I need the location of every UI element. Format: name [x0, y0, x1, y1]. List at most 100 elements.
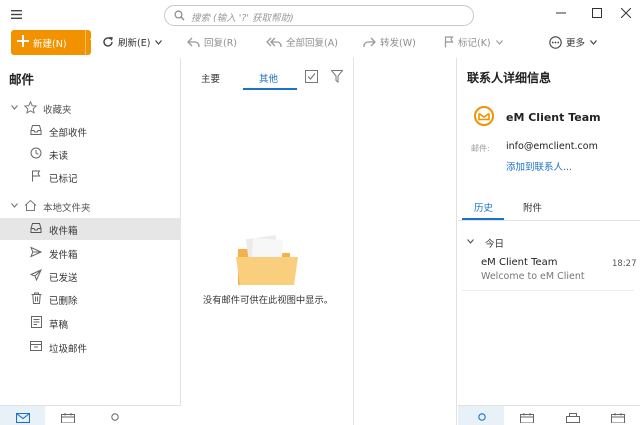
folder-all-inbox[interactable]: 全部收件	[0, 120, 181, 142]
add-to-contacts-link[interactable]: 添加到联系人...	[506, 159, 572, 173]
empty-state-message: 没有邮件可供在此视图中显示。	[202, 295, 334, 306]
reply-label: 回复(R)	[204, 38, 238, 49]
folder-label: 已发送	[49, 273, 78, 284]
contact-avatar-icon	[473, 105, 495, 127]
person-icon	[476, 413, 488, 423]
folder-label: 已标记	[49, 174, 78, 185]
reply-all-icon	[266, 37, 282, 48]
checkbox-icon	[305, 70, 318, 83]
local-folders-group[interactable]: 本地文件夹	[0, 195, 181, 217]
chevron-down-icon[interactable]	[90, 38, 98, 44]
flag-label: 标记(K)	[458, 38, 491, 49]
nav-more-button[interactable]	[596, 406, 640, 425]
minimize-button[interactable]	[551, 4, 571, 22]
folder-flagged[interactable]: 已标记	[0, 166, 181, 188]
folder-junk[interactable]: 垃圾邮件	[0, 336, 181, 358]
select-all-checkbox[interactable]	[305, 70, 318, 83]
maximize-icon	[592, 8, 602, 18]
folder-inbox[interactable]: 收件箱	[0, 218, 181, 240]
mail-icon	[16, 413, 30, 423]
bottom-nav	[0, 405, 181, 425]
email-label: 邮件:	[471, 144, 490, 153]
outbox-icon	[30, 246, 42, 258]
new-button-divider	[85, 30, 86, 55]
folder-label: 已删除	[49, 296, 78, 307]
tab-main[interactable]: 主要	[201, 71, 220, 85]
chevron-down-icon	[155, 39, 163, 45]
calendar-icon	[611, 413, 625, 423]
calendar-icon	[520, 413, 534, 423]
nav-contacts-button[interactable]	[92, 406, 137, 425]
more-label: 更多	[566, 38, 586, 49]
nav-agenda-button[interactable]	[504, 406, 550, 425]
folder-deleted[interactable]: 已删除	[0, 288, 181, 310]
nav-mail-button[interactable]	[0, 406, 45, 425]
chevron-down-icon	[11, 105, 18, 110]
send-icon	[30, 269, 42, 281]
search-input[interactable]: 搜索 (输入 '?' 获取帮助)	[164, 5, 474, 26]
chevron-down-icon	[495, 39, 503, 45]
search-icon	[174, 10, 185, 21]
filter-button[interactable]	[331, 70, 343, 83]
tab-divider	[458, 220, 640, 221]
pane-title: 联系人详细信息	[467, 71, 552, 85]
close-button[interactable]	[616, 4, 636, 22]
close-icon	[621, 8, 631, 18]
empty-folder-illustration	[236, 235, 300, 287]
junk-icon	[30, 340, 42, 352]
tab-other[interactable]: 其他	[259, 71, 278, 85]
folder-label: 未读	[49, 151, 69, 162]
message-sender: eM Client Team	[481, 257, 558, 268]
active-tab-indicator	[243, 88, 297, 90]
folder-label: 收件箱	[49, 226, 78, 237]
folder-outbox[interactable]: 发件箱	[0, 242, 181, 264]
nav-print-button[interactable]	[550, 406, 596, 425]
forward-label: 转发(W)	[380, 38, 416, 49]
nav-contact-details-button[interactable]	[458, 406, 504, 425]
reply-all-label: 全部回复(A)	[286, 38, 338, 49]
reply-icon	[187, 37, 200, 48]
refresh-label: 刷新(E)	[118, 38, 151, 49]
chevron-down-icon	[11, 203, 18, 208]
favorites-label: 收藏夹	[43, 105, 72, 116]
folder-unread[interactable]: 未读	[0, 143, 181, 165]
divider	[462, 290, 634, 291]
pane-title: 邮件	[9, 72, 35, 87]
email-value[interactable]: info@emclient.com	[506, 141, 598, 152]
reply-all-button[interactable]: 全部回复(A)	[266, 35, 338, 49]
nav-calendar-button[interactable]	[46, 406, 91, 425]
maximize-button[interactable]	[587, 4, 607, 22]
inbox-icon	[30, 124, 42, 136]
plus-icon	[17, 35, 29, 47]
hamburger-menu-icon[interactable]	[11, 10, 22, 19]
forward-icon	[363, 37, 376, 48]
forward-button[interactable]: 转发(W)	[363, 35, 416, 49]
flag-icon	[444, 36, 454, 48]
message-time: 18:27	[612, 259, 637, 269]
folder-drafts[interactable]: 草稿	[0, 312, 181, 334]
new-button[interactable]: 新建(N)	[11, 30, 98, 55]
chevron-down-icon[interactable]	[467, 239, 474, 244]
draft-icon	[31, 316, 42, 328]
folder-sent[interactable]: 已发送	[0, 265, 181, 287]
search-placeholder: 搜索 (输入 '?' 获取帮助)	[191, 13, 294, 24]
tab-history[interactable]: 历史	[474, 200, 493, 214]
flag-icon	[31, 170, 41, 182]
message-subject: Welcome to eM Client	[481, 271, 585, 282]
folder-label: 草稿	[49, 320, 69, 331]
trash-icon	[31, 292, 42, 304]
more-button[interactable]: 更多	[549, 35, 597, 49]
flag-button[interactable]: 标记(K)	[444, 35, 503, 49]
filter-icon	[331, 70, 343, 83]
printer-icon	[566, 413, 580, 423]
favorites-group[interactable]: 收藏夹	[0, 97, 181, 119]
group-header-today: 今日	[485, 239, 505, 250]
new-button-label: 新建(N)	[33, 39, 67, 50]
refresh-icon	[102, 36, 114, 48]
tab-attachments[interactable]: 附件	[523, 200, 542, 214]
local-folders-label: 本地文件夹	[43, 203, 91, 214]
reply-button[interactable]: 回复(R)	[187, 35, 237, 49]
refresh-button[interactable]: 刷新(E)	[102, 35, 163, 49]
contact-name: eM Client Team	[506, 111, 601, 124]
folder-label: 垃圾邮件	[49, 344, 88, 355]
